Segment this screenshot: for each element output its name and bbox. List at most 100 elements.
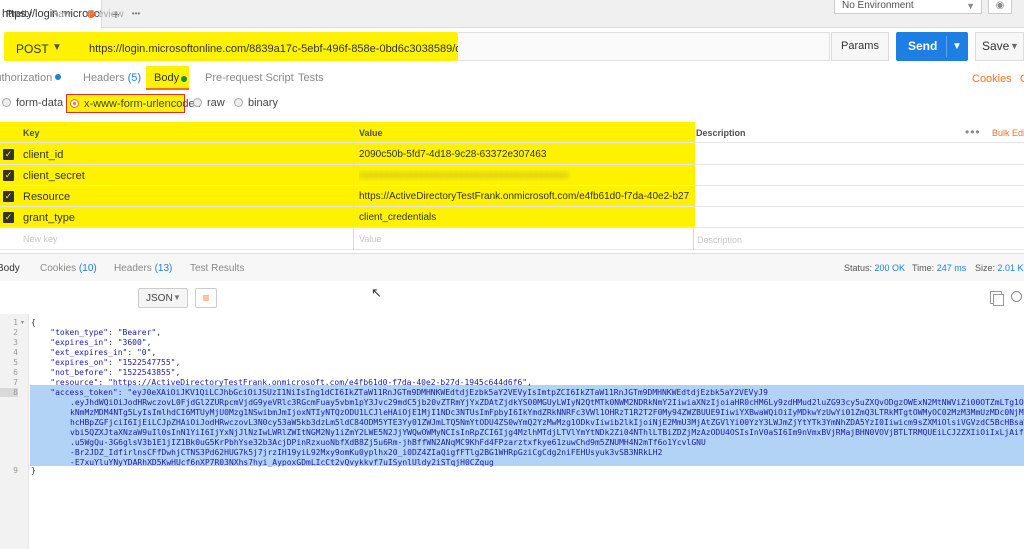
format-label: JSON: [146, 293, 173, 304]
radio-urlencoded-label: x-www-form-urlencoded: [84, 98, 201, 110]
copy-icon[interactable]: [990, 291, 1004, 306]
kv-key[interactable]: grant_type: [23, 212, 75, 224]
divider: [353, 207, 354, 228]
indicator-dot-icon: [55, 74, 62, 80]
radio-x-www-form-urlencoded[interactable]: x-www-form-urlencoded: [66, 94, 201, 113]
radio-binary[interactable]: binary: [234, 97, 278, 109]
radio-form-data[interactable]: form-data: [2, 97, 63, 109]
indicator-dot-icon: [181, 76, 187, 82]
kv-value-redacted[interactable]: xxxxxxxxxxxxxxxxxxxxxxxxxxxxxxxxxxxxxxxx…: [359, 170, 689, 181]
new-key-input[interactable]: New key: [23, 234, 58, 244]
kv-value[interactable]: https://ActiveDirectoryTestFrank.onmicro…: [359, 191, 689, 202]
divider: [353, 229, 354, 250]
radio-circle-icon: [193, 98, 202, 107]
kv-row: ✓ Resource https://ActiveDirectoryTestFr…: [0, 186, 1024, 207]
divider: [353, 144, 354, 165]
token-line: kNmMzMDM4NTg5LyIsImlhdCI6MTUyMjU0Mzg1NSw…: [70, 408, 1024, 417]
url-input[interactable]: https://login.microsoftonline.com/8839a1…: [89, 43, 519, 55]
radio-binary-label: binary: [248, 97, 278, 109]
kv-key[interactable]: client_id: [23, 149, 63, 161]
status-readout: Status: 200 OK: [844, 263, 905, 273]
line-number: 5: [13, 358, 18, 367]
divider: [353, 165, 354, 186]
chevron-down-icon[interactable]: ▼: [952, 32, 962, 61]
params-button[interactable]: Params: [831, 32, 889, 61]
tab-authorization[interactable]: Authorization: [0, 72, 62, 84]
tab-response-body[interactable]: Body: [0, 263, 20, 274]
divider: [693, 122, 694, 143]
cookies-link[interactable]: Cookies Co: [972, 73, 1024, 85]
checkbox-checked-icon[interactable]: ✓: [3, 212, 14, 223]
time-value: 247 ms: [936, 263, 967, 273]
line-number: 1: [13, 318, 18, 327]
new-description-input[interactable]: Description: [697, 235, 742, 245]
url-input-area[interactable]: [458, 32, 830, 61]
eye-icon[interactable]: ◉: [988, 0, 1012, 14]
token-line: vbi5QZXJtaXNzaW9uIl0sInN1YiI6IjYxNjJlNzI…: [70, 428, 1024, 437]
format-select[interactable]: JSON ▼: [138, 288, 188, 308]
pretty-button[interactable]: Pretty: [6, 9, 32, 20]
kv-header-description: Description: [696, 128, 746, 138]
tab-headers-label: Headers: [114, 263, 152, 274]
token-line: .u5WgQu-3G6glsV3b1E1jIZ1Bk0uG5KrPbhYse32…: [70, 438, 706, 447]
tab-headers-count: (5): [127, 72, 142, 84]
bulk-edit-link[interactable]: Bulk Edi: [992, 128, 1024, 138]
kv-key[interactable]: client_secret: [23, 170, 85, 182]
token-line: -Br2JDZ_IdfirlnsCFfDwhjCTNS3Pd62HUG7k5j7…: [70, 448, 663, 457]
radio-selected-icon: [70, 99, 79, 108]
more-options-icon[interactable]: •••: [965, 125, 981, 139]
radio-raw[interactable]: raw: [193, 97, 225, 109]
tab-body[interactable]: Body: [146, 66, 189, 90]
code-line: "token_type": "Bearer",: [31, 328, 162, 337]
line-number: 2: [13, 328, 18, 337]
kv-row: ✓ client_id 2090c50b-5fd7-4d18-9c28-6337…: [0, 144, 1024, 165]
divider: [693, 207, 694, 228]
tab-response-cookies[interactable]: Cookies (10): [40, 263, 97, 274]
code-link[interactable]: Co: [1020, 73, 1024, 85]
divider: [946, 36, 947, 57]
size-readout: Size: 2.01 KB: [975, 263, 1024, 273]
tab-tests[interactable]: Tests: [298, 72, 324, 84]
divider: [353, 186, 354, 207]
chevron-down-icon: ▼: [966, 1, 975, 11]
tab-body-label: Body: [154, 72, 180, 84]
chevron-down-icon[interactable]: ▼: [1010, 33, 1019, 60]
tab-headers[interactable]: Headers (5): [83, 72, 141, 84]
method-select[interactable]: POST: [16, 42, 49, 56]
token-line: .eyJhdWQiOiJodHRwczovL0FjdGl2ZURpcmVjdG9…: [70, 398, 1024, 407]
tab-response-headers[interactable]: Headers (13): [114, 263, 172, 274]
new-value-input[interactable]: Value: [359, 234, 689, 244]
tab-bar: https://login.microsof + ••• No Environm…: [0, 0, 1024, 28]
wrap-lines-icon[interactable]: ≡: [195, 288, 217, 308]
active-tab-underline: [146, 88, 189, 90]
checkbox-checked-icon[interactable]: ✓: [3, 149, 14, 160]
code-line-access-token: "access_token": "eyJ0eXAiOiJKV1QiLCJhbGc…: [31, 388, 768, 397]
divider: [693, 165, 694, 186]
send-label: Send: [908, 39, 938, 53]
divider: [693, 229, 694, 250]
chevron-down-icon: ▼: [173, 293, 181, 302]
kv-value[interactable]: 2090c50b-5fd7-4d18-9c28-63372e307463: [359, 149, 689, 160]
search-icon[interactable]: [1011, 291, 1022, 302]
fold-icon[interactable]: ▾: [21, 319, 24, 326]
raw-button[interactable]: Raw: [51, 9, 71, 20]
line-number: 6: [13, 368, 18, 377]
tab-authorization-label: Authorization: [0, 72, 53, 84]
time-label: Time:: [912, 263, 935, 273]
tab-prerequest-script[interactable]: Pre-request Script: [205, 72, 294, 84]
environment-select[interactable]: No Environment ▼: [834, 0, 982, 14]
size-value: 2.01 KB: [997, 263, 1024, 273]
tab-options-button[interactable]: •••: [126, 3, 146, 25]
send-button[interactable]: Send ▼: [896, 32, 968, 61]
request-url-bar: POST ▼ https://login.microsoftonline.com…: [0, 28, 1024, 64]
save-button[interactable]: Save ▼: [975, 32, 1024, 61]
method-url-highlight: POST ▼ https://login.microsoftonline.com…: [4, 32, 519, 61]
kv-key[interactable]: Resource: [23, 191, 70, 203]
checkbox-checked-icon[interactable]: ✓: [3, 170, 14, 181]
code-line: "resource": "https://ActiveDirectoryTest…: [31, 378, 532, 387]
tab-test-results[interactable]: Test Results: [190, 263, 244, 274]
checkbox-checked-icon[interactable]: ✓: [3, 191, 14, 202]
kv-header-value: Value: [359, 128, 383, 138]
preview-button[interactable]: Preview: [88, 9, 124, 20]
kv-value[interactable]: client_credentials: [359, 212, 689, 223]
